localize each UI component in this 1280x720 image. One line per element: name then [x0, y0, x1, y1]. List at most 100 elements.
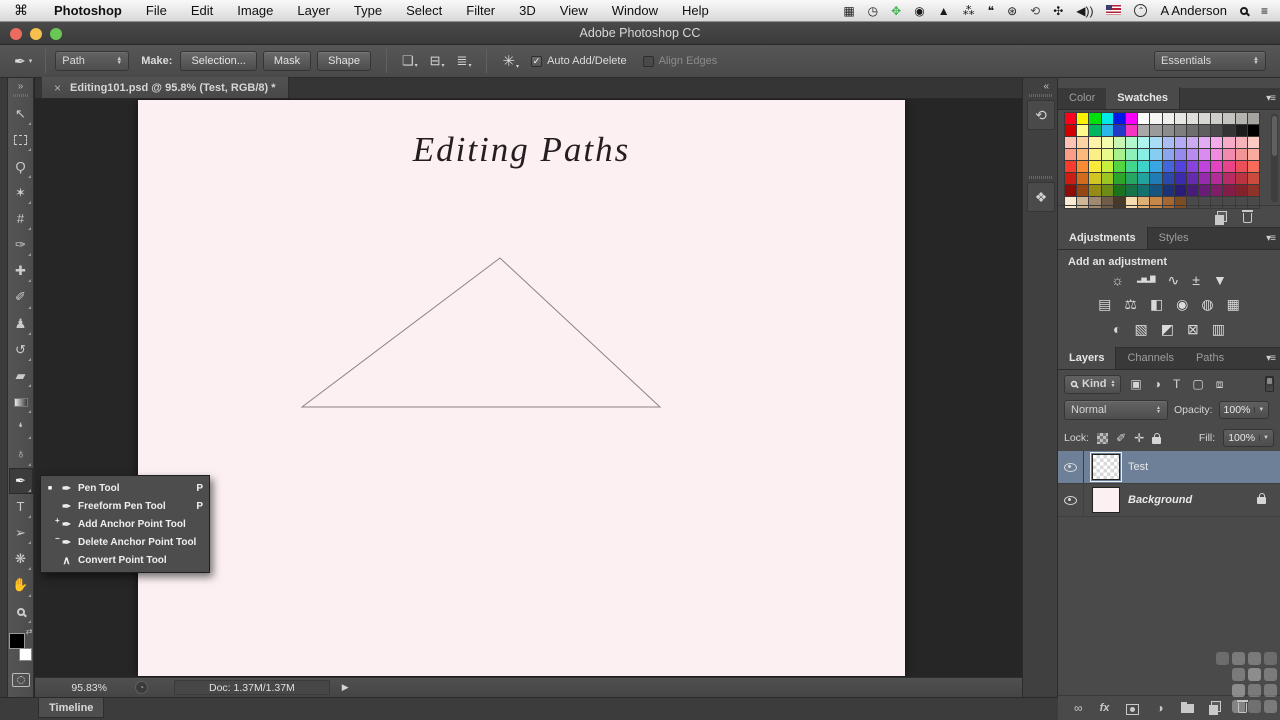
swap-colors-icon[interactable]: ⇄ — [26, 627, 33, 636]
color-swatch[interactable] — [1199, 161, 1210, 172]
color-swatch[interactable] — [1236, 137, 1247, 148]
color-swatch[interactable] — [1114, 161, 1125, 172]
menu-item-file[interactable]: File — [134, 3, 179, 18]
workspace-switcher[interactable]: Essentials ▲▼ — [1154, 51, 1266, 71]
new-swatch-icon[interactable] — [1217, 211, 1227, 222]
color-swatch[interactable] — [1199, 137, 1210, 148]
color-swatch[interactable] — [1138, 137, 1149, 148]
make-mask-button[interactable]: Mask — [263, 51, 311, 71]
color-swatch[interactable] — [1211, 125, 1222, 136]
menu-item-help[interactable]: Help — [670, 3, 721, 18]
lasso-tool[interactable]: Ϙ — [9, 153, 33, 179]
dock-collapse-icon[interactable]: « — [1043, 81, 1049, 92]
color-swatch[interactable] — [1163, 161, 1174, 172]
levels-icon[interactable]: ▂▅▂▇ — [1137, 272, 1155, 288]
layer-row-test[interactable]: Test — [1058, 451, 1280, 484]
color-swatch[interactable] — [1077, 137, 1088, 148]
color-swatch[interactable] — [1236, 113, 1247, 124]
color-swatch[interactable] — [1163, 173, 1174, 184]
color-swatch[interactable] — [1150, 113, 1161, 124]
path-operations-icon[interactable]: ❏▾ — [396, 53, 424, 69]
layer-row-background[interactable]: Background — [1058, 484, 1280, 517]
color-swatch[interactable] — [1150, 173, 1161, 184]
color-swatch[interactable] — [1065, 137, 1076, 148]
spot-healing-brush-tool[interactable]: ✚ — [9, 258, 33, 284]
color-swatch[interactable] — [1248, 113, 1259, 124]
canvas-pasteboard[interactable]: Editing Paths — [35, 99, 1022, 677]
zoom-level-field[interactable]: 95.83% — [51, 682, 107, 694]
color-lookup-icon[interactable]: ▦ — [1227, 296, 1240, 312]
color-swatch[interactable] — [1138, 161, 1149, 172]
pick-tool-mode-select[interactable]: Path ▲▼ — [55, 51, 129, 71]
close-tab-icon[interactable]: × — [54, 81, 61, 95]
opacity-field[interactable]: 100% ▼ — [1219, 401, 1270, 419]
color-swatch[interactable] — [1187, 125, 1198, 136]
panel-menu-icon[interactable]: ▾≡ — [1266, 233, 1275, 244]
color-swatch[interactable] — [1175, 125, 1186, 136]
selective-color-icon[interactable]: ▥ — [1212, 321, 1225, 337]
color-swatch[interactable] — [1223, 113, 1234, 124]
color-swatch[interactable] — [1187, 137, 1198, 148]
zoom-window-button[interactable] — [50, 28, 62, 40]
link-layers-icon[interactable]: ∞ — [1074, 701, 1083, 715]
document-tab[interactable]: × Editing101.psd @ 95.8% (Test, RGB/8) * — [42, 77, 289, 98]
flyout-item-pen-tool[interactable]: ■✒Pen ToolP — [41, 479, 209, 497]
color-swatch[interactable] — [1199, 149, 1210, 160]
layer-effects-icon[interactable]: fx — [1100, 702, 1110, 714]
filter-type-icon[interactable]: T — [1173, 377, 1180, 392]
color-swatch[interactable] — [1248, 137, 1259, 148]
color-swatch[interactable] — [1089, 149, 1100, 160]
zoom-tool[interactable] — [9, 599, 33, 625]
color-swatch[interactable] — [1114, 149, 1125, 160]
color-swatch[interactable] — [1089, 125, 1100, 136]
color-swatch[interactable] — [1175, 149, 1186, 160]
color-swatch[interactable] — [1236, 173, 1247, 184]
color-swatch[interactable] — [1248, 185, 1259, 196]
layers-tab-layers[interactable]: Layers — [1058, 347, 1116, 369]
history-brush-tool[interactable]: ↺ — [9, 337, 33, 363]
menu-item-photoshop[interactable]: Photoshop — [42, 3, 134, 18]
color-swatch[interactable] — [1102, 161, 1113, 172]
layer-visibility-toggle[interactable] — [1058, 451, 1084, 483]
filter-pixel-icon[interactable]: ▣ — [1130, 377, 1141, 392]
color-swatch[interactable] — [1126, 161, 1137, 172]
color-swatch[interactable] — [1089, 161, 1100, 172]
menu-item-select[interactable]: Select — [394, 3, 454, 18]
color-swatch[interactable] — [1126, 125, 1137, 136]
color-swatch[interactable] — [1126, 173, 1137, 184]
spotlight-search-icon[interactable] — [1240, 5, 1248, 17]
menu-item-filter[interactable]: Filter — [454, 3, 507, 18]
color-swatch[interactable] — [1223, 185, 1234, 196]
color-swatch[interactable] — [1211, 113, 1222, 124]
color-swatch[interactable] — [1114, 113, 1125, 124]
flyout-item-freeform-pen-tool[interactable]: ✒Freeform Pen ToolP — [41, 497, 209, 515]
status-options-arrow-icon[interactable]: ▶ — [342, 682, 349, 693]
lock-position-icon[interactable]: ✛ — [1134, 431, 1144, 445]
keyboard-flag-icon[interactable] — [1106, 5, 1121, 17]
adjustment-layer-icon[interactable]: ◑ — [1156, 701, 1163, 715]
time-machine-icon[interactable]: ⟲ — [1030, 5, 1040, 17]
crop-tool[interactable]: # — [9, 206, 33, 232]
new-group-icon[interactable] — [1181, 701, 1194, 716]
menu-item-3d[interactable]: 3D — [507, 3, 548, 18]
color-swatch[interactable] — [1163, 137, 1174, 148]
color-swatch[interactable] — [1102, 137, 1113, 148]
color-swatch[interactable] — [1199, 125, 1210, 136]
menu-item-edit[interactable]: Edit — [179, 3, 225, 18]
posterize-icon[interactable]: ▧ — [1135, 321, 1148, 337]
color-swatch[interactable] — [1175, 185, 1186, 196]
menu-item-view[interactable]: View — [548, 3, 600, 18]
clone-stamp-tool[interactable]: ♟ — [9, 311, 33, 337]
rectangular-marquee-tool[interactable] — [9, 127, 33, 153]
color-swatch[interactable] — [1248, 161, 1259, 172]
close-window-button[interactable] — [10, 28, 22, 40]
lock-paint-icon[interactable]: ✐ — [1116, 431, 1126, 445]
filter-adjustment-icon[interactable]: ◑ — [1154, 377, 1161, 392]
dodge-tool[interactable]: ♀ — [9, 441, 33, 467]
fill-field[interactable]: 100% ▼ — [1223, 429, 1274, 447]
color-swatch[interactable] — [1065, 149, 1076, 160]
filter-kind-select[interactable]: Kind ▲▼ — [1064, 375, 1121, 394]
colors-tab-color[interactable]: Color — [1058, 87, 1106, 109]
layers-tab-channels[interactable]: Channels — [1116, 347, 1184, 369]
color-swatch[interactable] — [1114, 173, 1125, 184]
